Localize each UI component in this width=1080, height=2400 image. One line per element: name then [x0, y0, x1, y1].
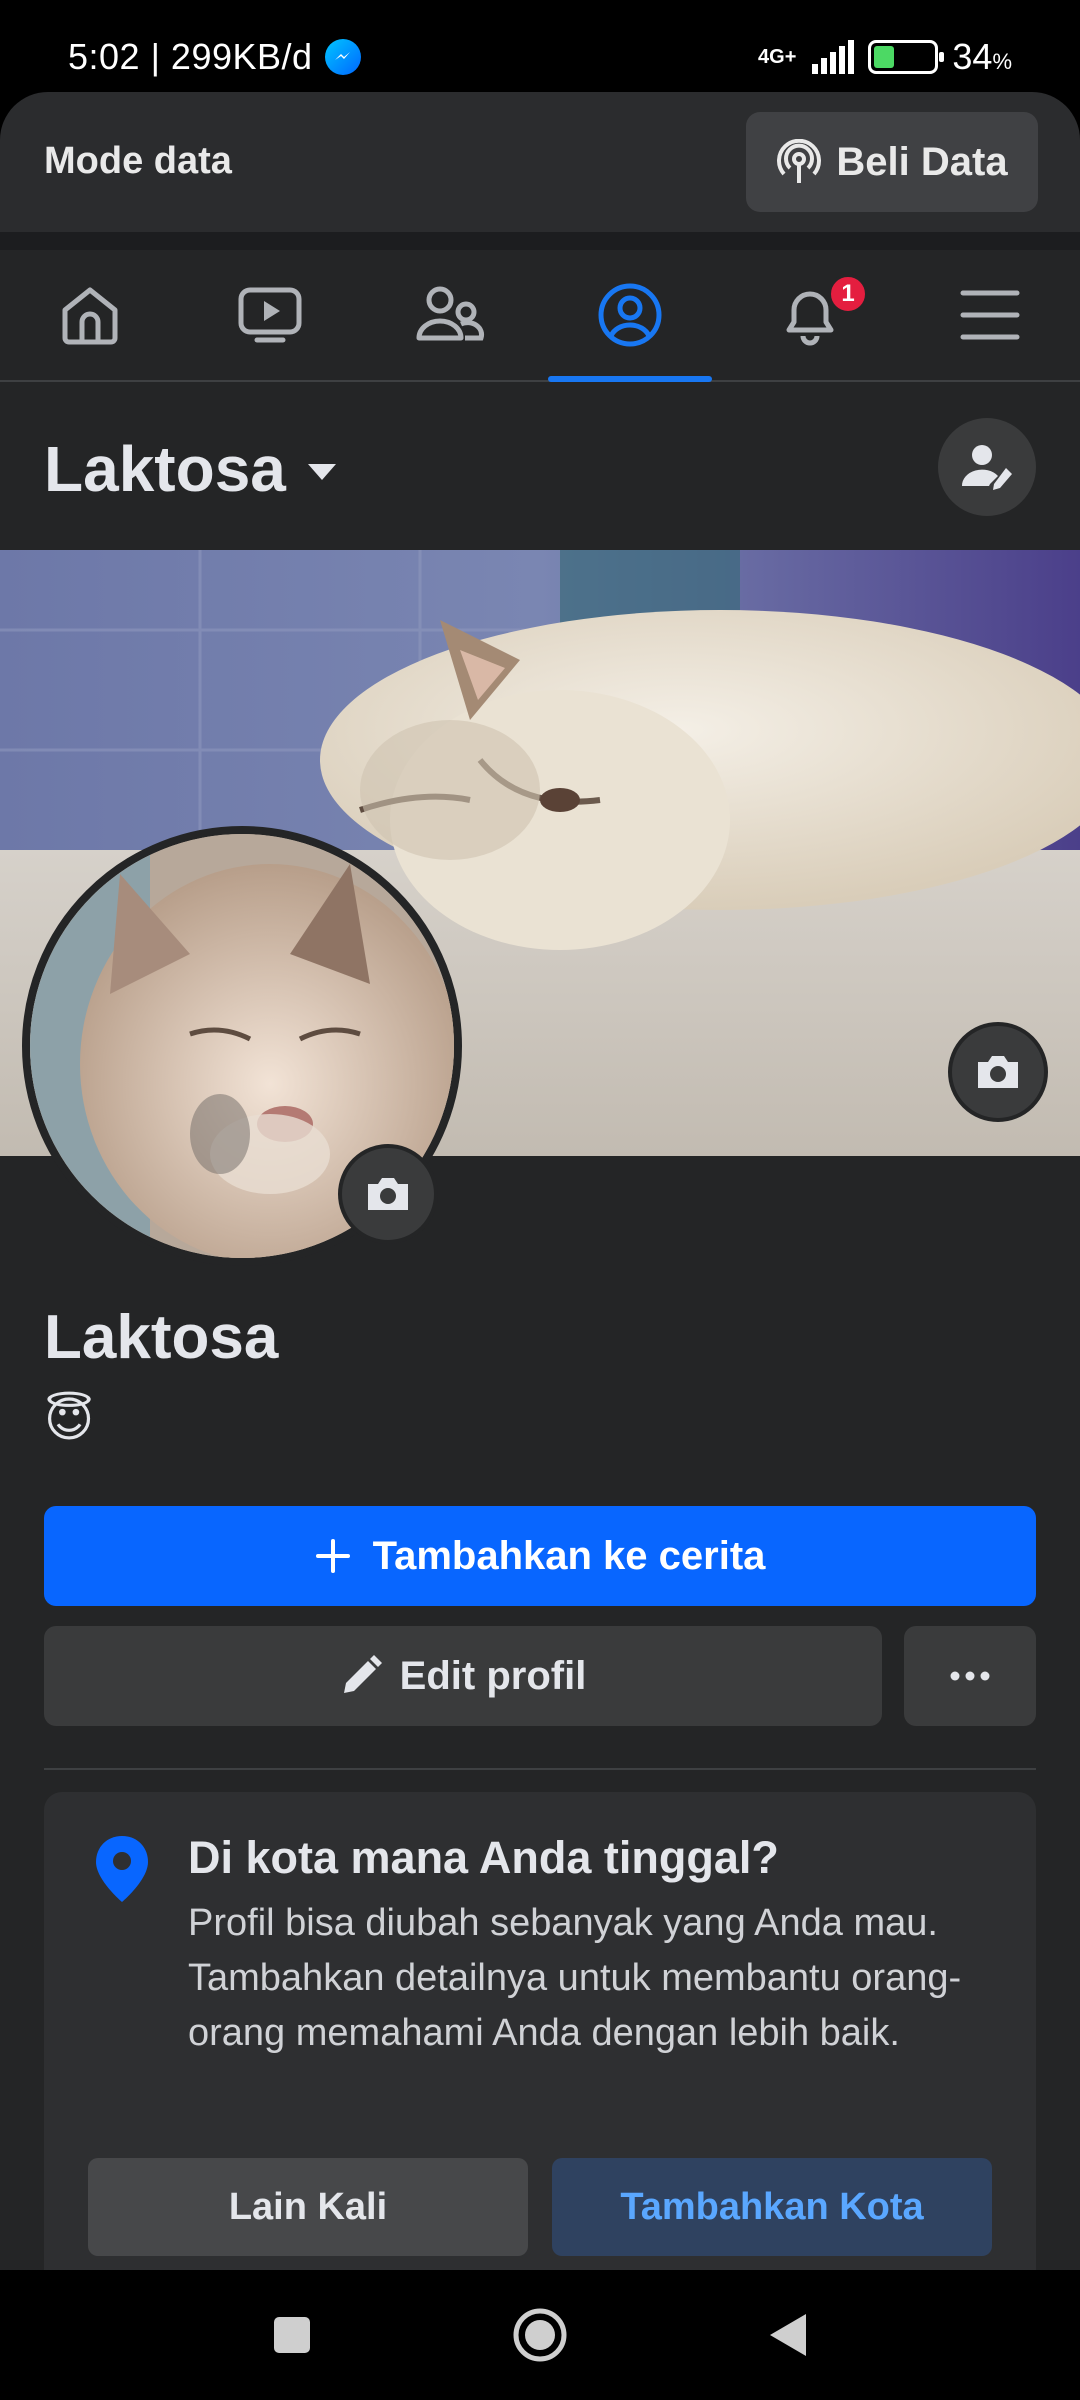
status-left: 5:02 | 299KB/d — [68, 36, 361, 78]
later-button[interactable]: Lain Kali — [88, 2158, 528, 2256]
home-icon — [62, 287, 118, 345]
profile-icon — [598, 283, 662, 347]
menu-icon — [960, 290, 1020, 340]
profile-name: Laktosa — [44, 1303, 279, 1372]
add-city-button[interactable]: Tambahkan Kota — [552, 2158, 992, 2256]
top-nav: 1 — [0, 250, 1080, 382]
broadcast-icon — [777, 139, 822, 183]
more-icon — [950, 1671, 990, 1681]
profile-bio-emoji: 😇 — [44, 1394, 95, 1447]
pencil-icon — [343, 1655, 382, 1693]
plus-icon — [315, 1539, 350, 1573]
nav-notifications[interactable]: 1 — [720, 250, 900, 380]
data-mode-label: Mode data — [44, 140, 232, 182]
status-bar: 5:02 | 299KB/d 4G+ 34% — [0, 0, 1080, 92]
recents-icon[interactable] — [272, 2315, 312, 2355]
camera-icon — [368, 1178, 408, 1210]
battery-fill — [874, 46, 895, 68]
buy-data-label: Beli Data — [836, 139, 1008, 184]
caret-down-icon — [307, 464, 336, 480]
nav-home[interactable] — [0, 250, 180, 380]
buy-data-button[interactable]: Beli Data — [746, 112, 1038, 212]
home-button-icon[interactable] — [512, 2307, 568, 2363]
profile-page: Laktosa Laktosa 😇 Tambahkan ke cerita Ed… — [0, 382, 1080, 2270]
battery-icon — [868, 40, 945, 74]
edit-profile-shortcut-button[interactable] — [938, 418, 1036, 516]
network-type: 4G+ — [758, 46, 797, 68]
battery-level: 34% — [952, 36, 1012, 77]
camera-icon — [978, 1056, 1018, 1088]
more-options-button[interactable] — [904, 1626, 1036, 1726]
city-prompt-title: Di kota mana Anda tinggal? — [188, 1832, 779, 1883]
video-icon — [238, 287, 302, 343]
location-pin-icon — [96, 1836, 148, 1902]
nav-menu[interactable] — [900, 250, 1080, 380]
signal-icon — [812, 40, 855, 74]
city-prompt-card: Di kota mana Anda tinggal? Profil bisa d… — [44, 1792, 1036, 2270]
header-name: Laktosa — [44, 433, 286, 505]
user-edit-icon — [961, 445, 1012, 490]
friends-icon — [416, 286, 485, 341]
change-profile-picture-button[interactable] — [338, 1144, 438, 1244]
gap-strip — [0, 232, 1080, 250]
nav-friends[interactable] — [360, 250, 540, 380]
system-nav-bar — [0, 2270, 1080, 2400]
profile-switcher[interactable]: Laktosa — [44, 432, 336, 506]
notification-badge: 1 — [828, 274, 868, 314]
nav-profile[interactable] — [540, 250, 720, 382]
back-icon[interactable] — [768, 2312, 808, 2358]
messenger-icon — [324, 39, 361, 75]
edit-profile-label: Edit profil — [399, 1653, 587, 1698]
data-mode-bar: Mode data Beli Data — [0, 92, 1080, 232]
add-to-story-button[interactable]: Tambahkan ke cerita — [44, 1506, 1036, 1606]
status-right: 4G+ 34% — [758, 36, 1012, 78]
change-cover-button[interactable] — [948, 1022, 1048, 1122]
section-divider — [44, 1768, 1036, 1770]
city-prompt-description: Profil bisa diubah sebanyak yang Anda ma… — [188, 1902, 962, 2054]
edit-profile-button[interactable]: Edit profil — [44, 1626, 882, 1726]
add-to-story-label: Tambahkan ke cerita — [372, 1533, 766, 1578]
status-time-speed: 5:02 | 299KB/d — [68, 36, 313, 77]
nav-video[interactable] — [180, 250, 360, 380]
